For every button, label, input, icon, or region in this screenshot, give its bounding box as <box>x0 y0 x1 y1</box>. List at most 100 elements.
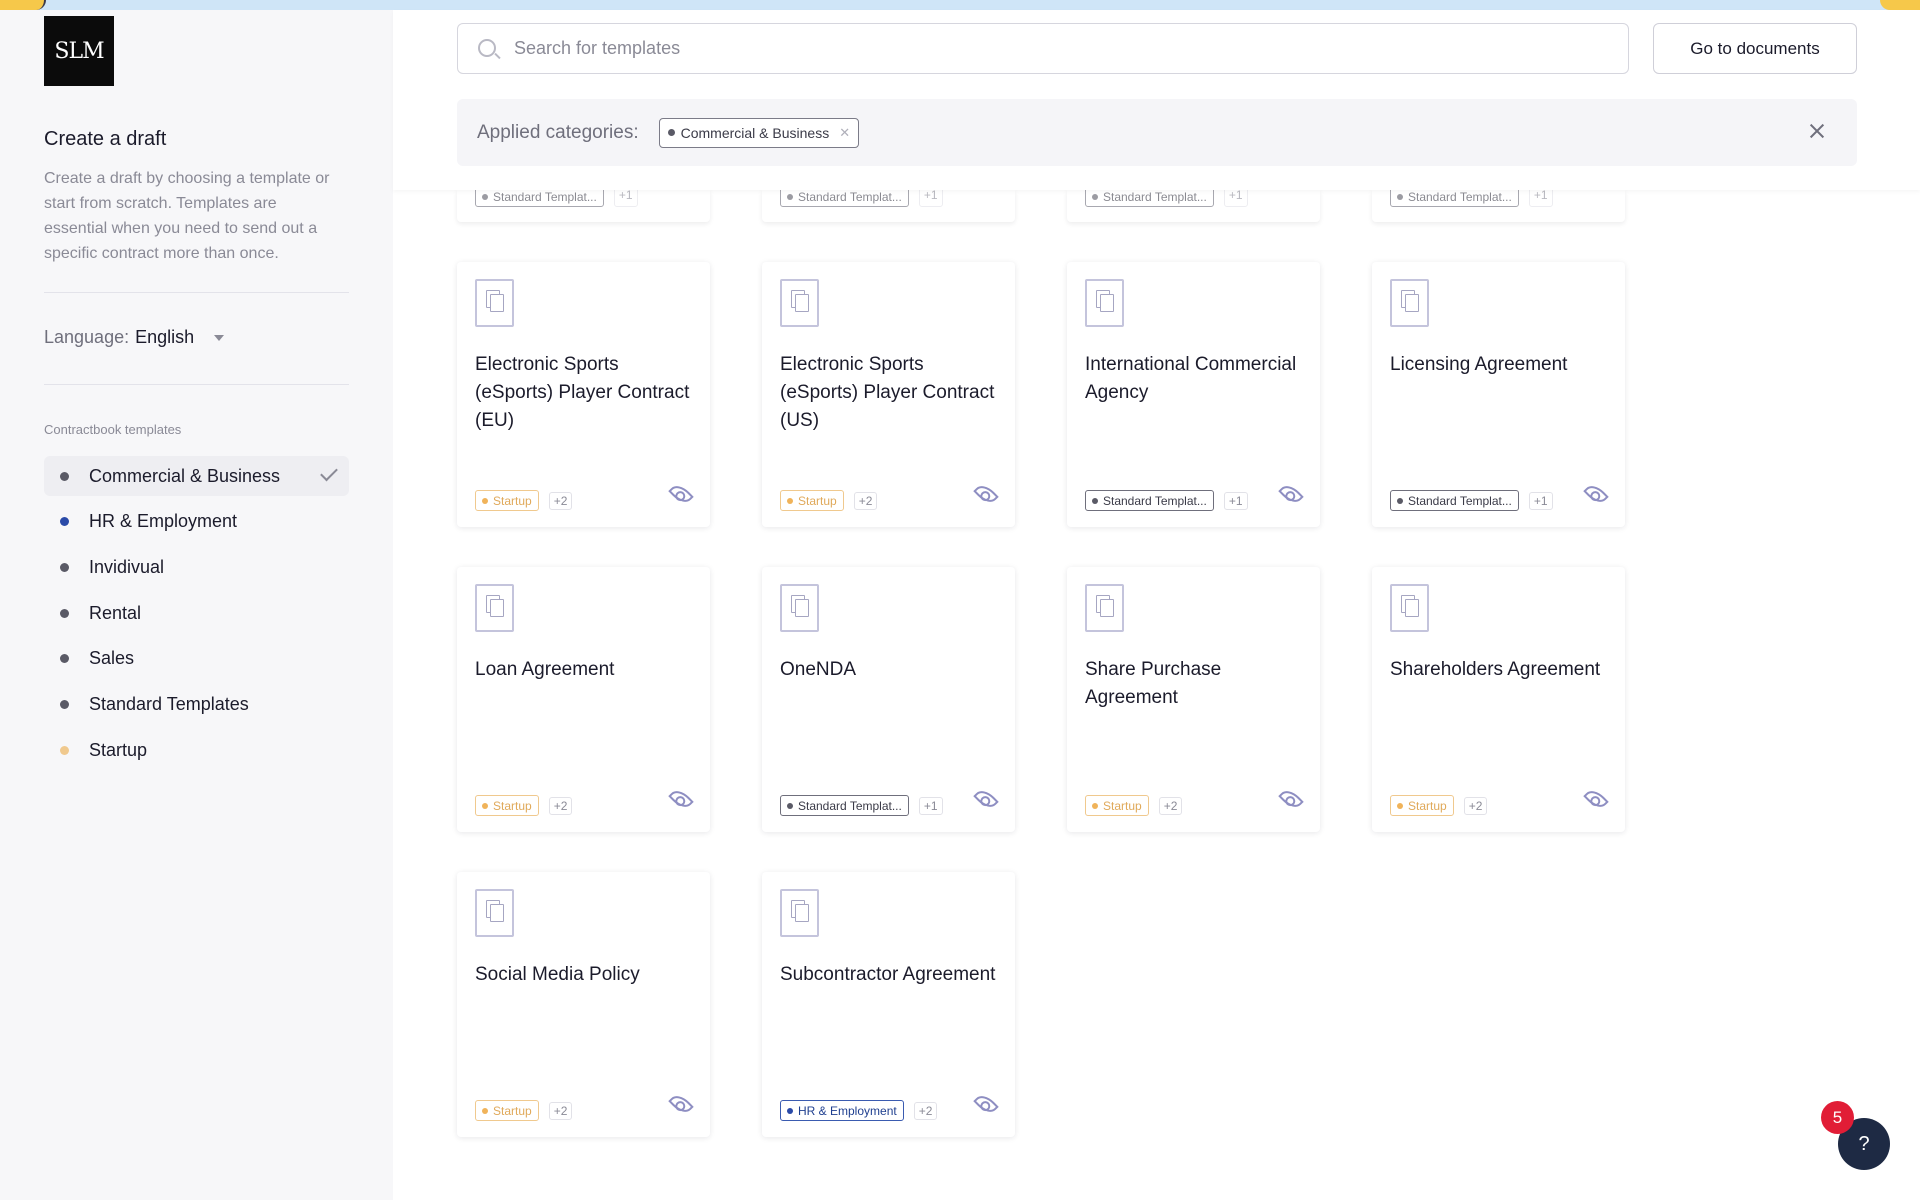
preview-eye-icon[interactable] <box>668 1091 694 1117</box>
language-selector[interactable]: Language: English <box>44 327 225 348</box>
document-icon <box>1390 279 1429 327</box>
category-tag: Standard Templat... <box>1085 490 1214 511</box>
category-tag: Startup <box>1390 795 1454 816</box>
document-icon <box>1390 584 1429 632</box>
template-title: OneNDA <box>780 659 857 680</box>
template-title: Share Purchase Agreement <box>1085 659 1222 708</box>
template-title: Licensing Agreement <box>1390 354 1568 375</box>
applied-category-chip[interactable]: Commercial & Business ✕ <box>658 117 860 148</box>
document-icon <box>475 889 514 937</box>
category-tag: Startup <box>475 795 539 816</box>
template-card[interactable]: Share Purchase Agreement Startup +2 <box>1067 567 1320 832</box>
template-card-partial[interactable]: Standard Templat... +1 <box>762 190 1015 222</box>
sidebar-category-item[interactable]: Standard Templates <box>44 684 349 724</box>
language-label: Language: <box>44 327 130 347</box>
preview-eye-icon[interactable] <box>973 1091 999 1117</box>
preview-eye-icon[interactable] <box>668 786 694 812</box>
logo-text: SLM <box>54 38 104 64</box>
category-label: Standard Templates <box>89 693 249 714</box>
category-tag: Standard Templat... <box>780 795 909 816</box>
more-tags-count: +2 <box>1463 796 1488 815</box>
category-tag: Standard Templat... <box>475 190 604 207</box>
checkmark-icon <box>320 463 338 482</box>
template-title: Shareholders Agreement <box>1390 659 1601 680</box>
template-title: Electronic Sports (eSports) Player Contr… <box>475 354 690 431</box>
remove-chip-icon[interactable]: ✕ <box>839 125 850 141</box>
category-label: HR & Employment <box>89 511 238 532</box>
preview-eye-icon[interactable] <box>973 481 999 507</box>
preview-eye-icon[interactable] <box>1278 481 1304 507</box>
category-dot <box>787 1107 793 1114</box>
search-icon <box>478 39 496 57</box>
category-tag: Startup <box>475 490 539 511</box>
tag-label: Startup <box>798 493 837 508</box>
tag-label: Standard Templat... <box>1103 190 1207 204</box>
template-card-partial[interactable]: Standard Templat... +1 <box>1067 190 1320 222</box>
category-label: Sales <box>89 648 135 669</box>
sidebar: SLM Create a draft Create a draft by cho… <box>0 10 393 1200</box>
more-tags-count: +1 <box>1528 190 1553 207</box>
go-to-documents-button[interactable]: Go to documents <box>1653 23 1857 74</box>
category-dot <box>1397 802 1403 809</box>
category-label: Commercial & Business <box>89 465 281 486</box>
sidebar-category-item[interactable]: Invidivual <box>44 547 349 587</box>
applied-categories-bar: Applied categories: Commercial & Busines… <box>457 99 1857 166</box>
category-dot <box>60 654 69 664</box>
template-card-partial[interactable]: Standard Templat... +1 <box>1372 190 1625 222</box>
template-title: Loan Agreement <box>475 659 615 680</box>
template-card[interactable]: Electronic Sports (eSports) Player Contr… <box>762 262 1015 527</box>
template-card[interactable]: International Commercial Agency Standard … <box>1067 262 1320 527</box>
template-card[interactable]: Electronic Sports (eSports) Player Contr… <box>457 262 710 527</box>
tag-label: Startup <box>1103 798 1142 813</box>
more-tags-count: +1 <box>1223 491 1248 510</box>
document-icon <box>780 279 819 327</box>
sidebar-title: Create a draft <box>44 128 167 150</box>
company-logo[interactable]: SLM <box>44 16 114 86</box>
tag-label: Startup <box>493 798 532 813</box>
sidebar-category-item[interactable]: Commercial & Business <box>44 456 349 496</box>
preview-eye-icon[interactable] <box>668 481 694 507</box>
more-tags-count: +2 <box>548 1101 573 1120</box>
clear-filters-icon[interactable] <box>1807 121 1827 141</box>
category-dot <box>60 562 69 572</box>
preview-eye-icon[interactable] <box>973 786 999 812</box>
sidebar-category-item[interactable]: HR & Employment <box>44 502 349 542</box>
preview-eye-icon[interactable] <box>1278 786 1304 812</box>
category-dot <box>482 193 488 200</box>
tag-label: Standard Templat... <box>1103 493 1207 508</box>
more-tags-count: +2 <box>913 1101 938 1120</box>
category-tag: Standard Templat... <box>1390 490 1519 511</box>
category-tag: Startup <box>780 490 844 511</box>
tag-label: Startup <box>493 1103 532 1118</box>
tag-label: Standard Templat... <box>493 190 597 204</box>
top-banner <box>0 0 1920 10</box>
chevron-down-icon <box>214 334 225 341</box>
search-input[interactable]: Search for templates <box>457 23 1629 74</box>
category-dot <box>787 193 793 200</box>
preview-eye-icon[interactable] <box>1583 786 1609 812</box>
tag-label: Standard Templat... <box>1408 190 1512 204</box>
sidebar-category-item[interactable]: Sales <box>44 639 349 679</box>
sidebar-category-item[interactable]: Startup <box>44 730 349 770</box>
template-card-partial[interactable]: Standard Templat... +1 <box>457 190 710 222</box>
more-tags-count: +1 <box>918 190 943 207</box>
category-label: Rental <box>89 602 142 623</box>
template-card[interactable]: Licensing Agreement Standard Templat... +1 <box>1372 262 1625 527</box>
template-card[interactable]: Loan Agreement Startup +2 <box>457 567 710 832</box>
category-tag: HR & Employment <box>780 1100 904 1121</box>
template-title: Subcontractor Agreement <box>780 964 996 985</box>
template-card[interactable]: Shareholders Agreement Startup +2 <box>1372 567 1625 832</box>
more-tags-count: +1 <box>918 796 943 815</box>
more-tags-count: +2 <box>1158 796 1183 815</box>
template-card[interactable]: Social Media Policy Startup +2 <box>457 872 710 1137</box>
template-card[interactable]: OneNDA Standard Templat... +1 <box>762 567 1015 832</box>
preview-eye-icon[interactable] <box>1583 481 1609 507</box>
main-header: Search for templates Go to documents App… <box>393 10 1920 190</box>
document-icon <box>780 584 819 632</box>
applied-categories-label: Applied categories: <box>477 121 639 143</box>
more-tags-count: +1 <box>1528 491 1553 510</box>
sidebar-category-item[interactable]: Rental <box>44 593 349 633</box>
category-tag: Startup <box>475 1100 539 1121</box>
template-card[interactable]: Subcontractor Agreement HR & Employment +2 <box>762 872 1015 1137</box>
tag-label: Standard Templat... <box>798 190 902 204</box>
